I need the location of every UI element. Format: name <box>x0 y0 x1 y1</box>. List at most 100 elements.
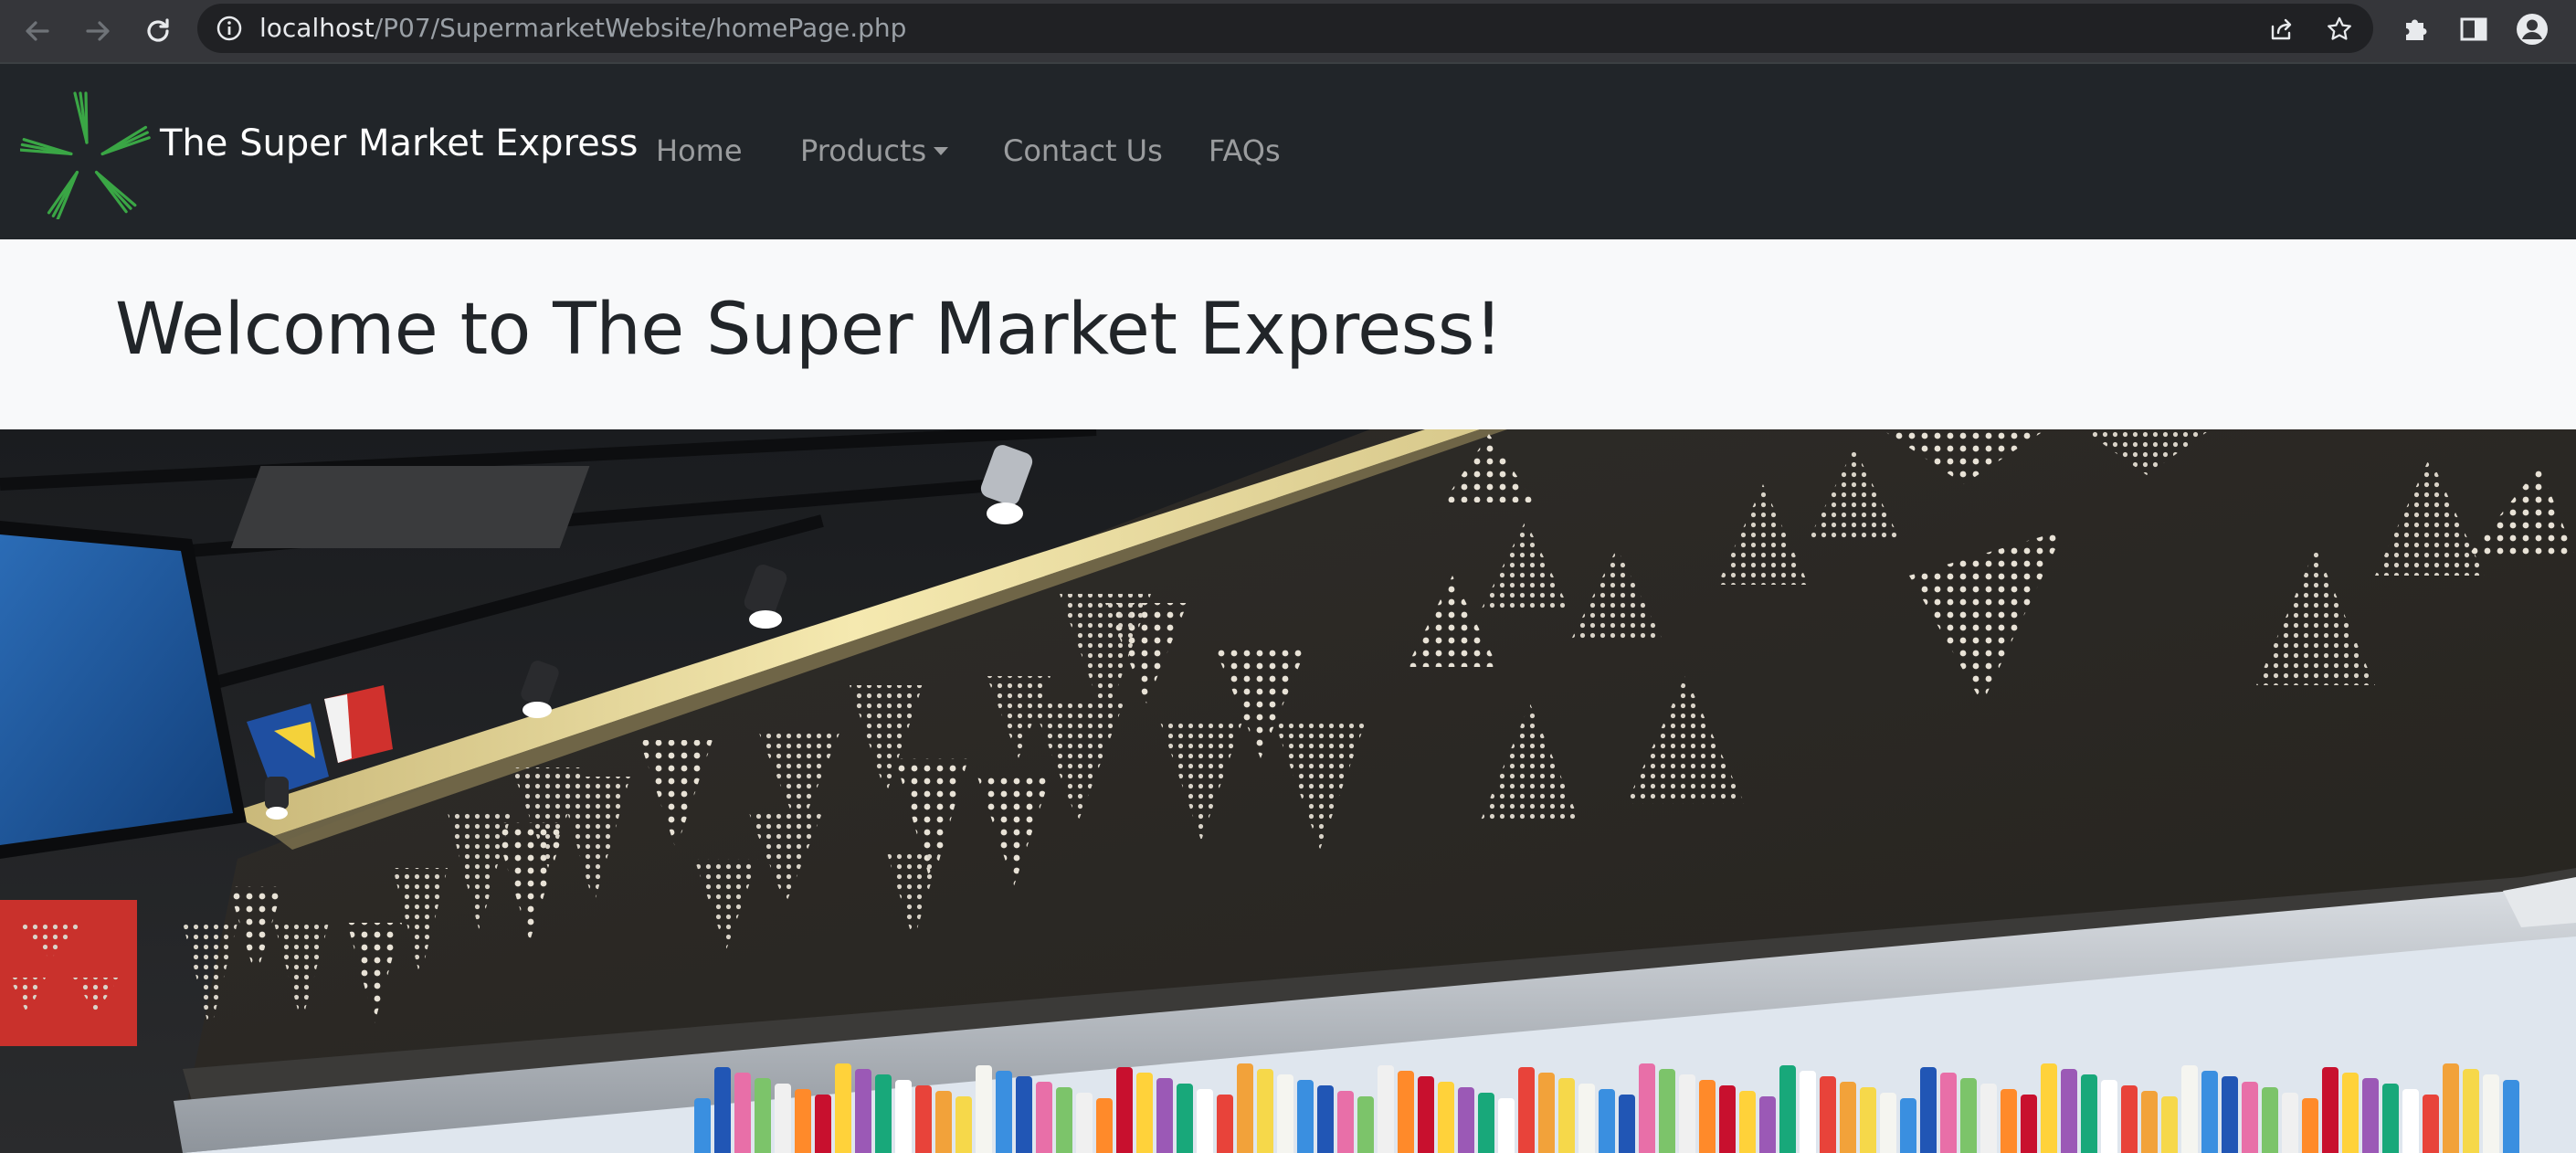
product-bottle <box>1860 1087 1876 1153</box>
product-bottle <box>2041 1063 2057 1153</box>
product-bottle <box>1076 1093 1093 1153</box>
product-bottle <box>795 1089 811 1153</box>
product-bottle <box>1659 1069 1675 1153</box>
product-bottle <box>1237 1063 1253 1153</box>
product-bottle <box>2242 1082 2258 1153</box>
product-bottle <box>1016 1076 1032 1153</box>
product-bottle <box>1719 1085 1736 1153</box>
product-bottle <box>2141 1091 2158 1153</box>
product-bottle <box>2402 1089 2419 1153</box>
product-bottle <box>1277 1074 1293 1153</box>
dropdown-caret-icon <box>934 147 949 155</box>
product-bottle <box>1337 1091 1354 1153</box>
product-bottle <box>2262 1087 2278 1153</box>
product-bottle <box>1820 1076 1836 1153</box>
welcome-banner: Welcome to The Super Market Express! <box>0 239 2576 429</box>
product-bottle <box>1980 1084 1997 1153</box>
product-bottle <box>855 1069 871 1153</box>
product-bottle <box>1840 1082 1856 1153</box>
page-title: Welcome to The Super Market Express! <box>115 289 1503 371</box>
share-icon[interactable] <box>2267 16 2295 43</box>
nav-link-home[interactable]: Home <box>656 133 743 168</box>
product-bottle <box>1940 1073 1957 1153</box>
forward-arrow-icon[interactable] <box>79 12 117 50</box>
product-bottle <box>2302 1098 2318 1153</box>
side-panel-icon[interactable] <box>2457 13 2490 46</box>
product-bottle <box>815 1095 831 1153</box>
product-bottle <box>714 1067 731 1153</box>
product-bottle <box>2282 1093 2298 1153</box>
product-bottle <box>1699 1080 1716 1153</box>
product-bottle <box>2161 1096 2178 1153</box>
product-bottle <box>1498 1098 1515 1153</box>
product-bottle <box>1357 1096 1374 1153</box>
product-bottle <box>2061 1069 2077 1153</box>
product-bottle <box>1739 1091 1756 1153</box>
product-bottle <box>2382 1084 2399 1153</box>
product-bottle <box>1800 1071 1816 1153</box>
address-bar[interactable]: localhost/P07/SupermarketWebsite/homePag… <box>197 4 2373 53</box>
extensions-puzzle-icon[interactable] <box>2399 13 2432 46</box>
product-bottle <box>1036 1082 1052 1153</box>
url-path: /P07/SupermarketWebsite/homePage.php <box>374 13 907 43</box>
product-bottle <box>2201 1071 2218 1153</box>
site-navbar: The Super Market Express Home Products C… <box>0 64 2576 239</box>
profile-avatar-icon[interactable] <box>2516 13 2549 46</box>
product-bottle <box>996 1071 1012 1153</box>
product-bottle <box>1116 1067 1133 1153</box>
product-bottle <box>2322 1067 2338 1153</box>
reload-icon[interactable] <box>139 12 177 50</box>
product-bottle <box>835 1063 851 1153</box>
product-bottle <box>2483 1074 2499 1153</box>
nav-link-products[interactable]: Products <box>800 133 949 168</box>
product-bottle <box>1197 1089 1213 1153</box>
product-bottle <box>2362 1078 2379 1153</box>
product-bottle <box>875 1074 892 1153</box>
product-bottle <box>1679 1074 1695 1153</box>
product-bottle <box>1619 1095 1635 1153</box>
product-bottle <box>2021 1095 2037 1153</box>
product-bottle <box>1156 1078 1173 1153</box>
product-bottle <box>976 1065 992 1153</box>
product-bottle <box>1599 1089 1615 1153</box>
product-bottle <box>2101 1080 2117 1153</box>
supermarket-interior-photo <box>0 429 2576 1153</box>
product-bottle <box>1920 1067 1937 1153</box>
nav-link-faqs[interactable]: FAQs <box>1209 133 1281 168</box>
product-bottle <box>1257 1069 1273 1153</box>
product-bottle <box>2001 1089 2017 1153</box>
product-bottle <box>2443 1063 2459 1153</box>
bookmark-star-icon[interactable] <box>2326 16 2353 43</box>
product-bottle <box>1538 1073 1555 1153</box>
nav-link-products-label: Products <box>800 133 927 168</box>
product-bottle <box>1398 1071 1414 1153</box>
product-bottle <box>2423 1095 2439 1153</box>
url-host: localhost <box>259 13 375 43</box>
product-bottle <box>1136 1073 1153 1153</box>
brand-name[interactable]: The Super Market Express <box>160 122 638 164</box>
product-bottle <box>734 1073 751 1153</box>
browser-toolbar: localhost/P07/SupermarketWebsite/homePag… <box>0 0 2576 64</box>
product-bottle <box>2081 1074 2097 1153</box>
product-bottle <box>1639 1063 1655 1153</box>
product-bottle <box>955 1096 972 1153</box>
product-bottle <box>915 1085 932 1153</box>
hero-image <box>0 429 2576 1153</box>
product-bottle <box>1558 1078 1575 1153</box>
product-bottle <box>775 1084 791 1153</box>
back-arrow-icon[interactable] <box>18 12 57 50</box>
product-bottle <box>1458 1087 1474 1153</box>
product-bottle <box>2463 1069 2479 1153</box>
product-bottle <box>2121 1085 2138 1153</box>
product-bottle <box>1317 1085 1334 1153</box>
site-info-icon[interactable] <box>216 15 243 42</box>
green-star-logo-icon[interactable] <box>18 86 153 221</box>
product-bottle <box>1880 1093 1896 1153</box>
product-bottle <box>935 1091 952 1153</box>
product-bottle <box>1478 1093 1494 1153</box>
product-bottle <box>895 1080 912 1153</box>
product-bottle <box>1518 1067 1535 1153</box>
product-bottle <box>1418 1076 1434 1153</box>
nav-link-contact-us[interactable]: Contact Us <box>1003 133 1163 168</box>
product-bottle <box>2222 1076 2238 1153</box>
